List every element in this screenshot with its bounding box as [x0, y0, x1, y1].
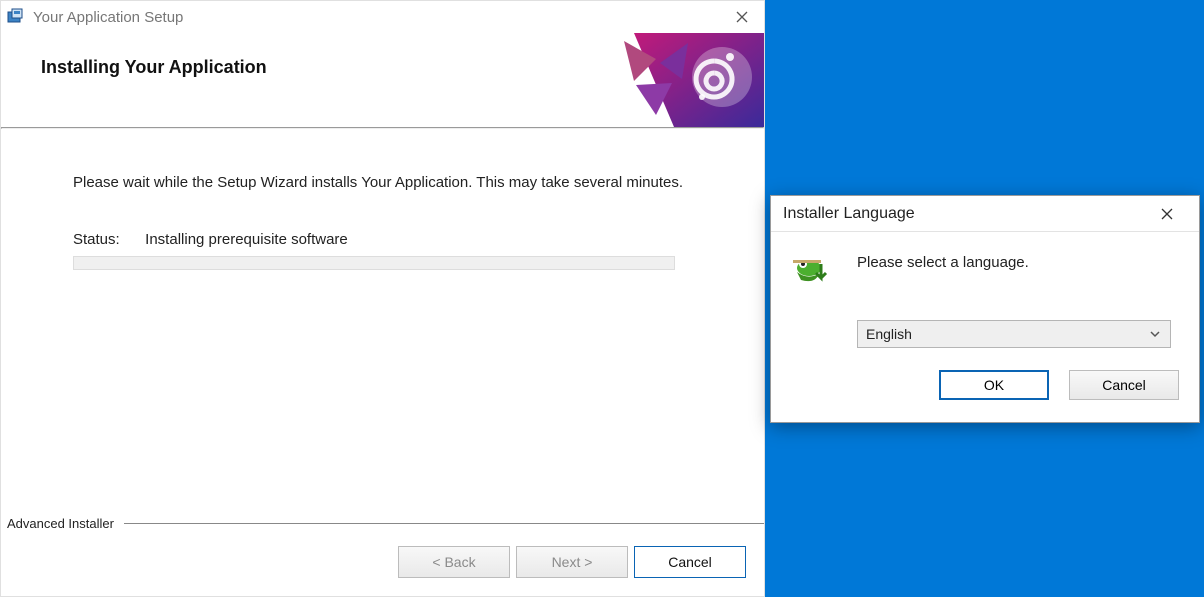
language-dialog-title: Installer Language	[783, 205, 915, 223]
status-label: Status:	[73, 231, 141, 248]
language-ok-button[interactable]: OK	[939, 370, 1049, 400]
wait-text: Please wait while the Setup Wizard insta…	[73, 173, 692, 193]
installer-icon	[7, 8, 25, 26]
close-button[interactable]	[719, 1, 764, 33]
language-titlebar: Installer Language	[771, 196, 1199, 232]
language-dialog: Installer Language Please select a langu…	[770, 195, 1200, 423]
language-message: Please select a language.	[857, 250, 1029, 271]
language-select[interactable]: English	[857, 320, 1171, 348]
language-cancel-button[interactable]: Cancel	[1069, 370, 1179, 400]
chameleon-icon	[791, 250, 835, 294]
window-title: Your Application Setup	[33, 9, 183, 26]
content-area: Please wait while the Setup Wizard insta…	[1, 129, 764, 270]
footer: Advanced Installer < Back Next > Cancel	[1, 512, 764, 596]
brand-label: Advanced Installer	[7, 516, 114, 531]
next-button: Next >	[516, 546, 628, 578]
back-button: < Back	[398, 546, 510, 578]
setup-window: Your Application Setup Installing Your A…	[0, 0, 765, 597]
banner-graphic	[564, 33, 764, 127]
progress-bar	[73, 256, 675, 270]
language-selected-value: English	[866, 326, 912, 342]
chevron-down-icon	[1148, 327, 1162, 346]
cancel-button[interactable]: Cancel	[634, 546, 746, 578]
brand-divider	[124, 523, 764, 524]
header-row: Installing Your Application	[1, 33, 764, 127]
language-close-button[interactable]	[1144, 198, 1189, 230]
titlebar: Your Application Setup	[1, 1, 764, 33]
status-line: Status: Installing prerequisite software	[73, 231, 692, 248]
status-value: Installing prerequisite software	[145, 231, 348, 248]
